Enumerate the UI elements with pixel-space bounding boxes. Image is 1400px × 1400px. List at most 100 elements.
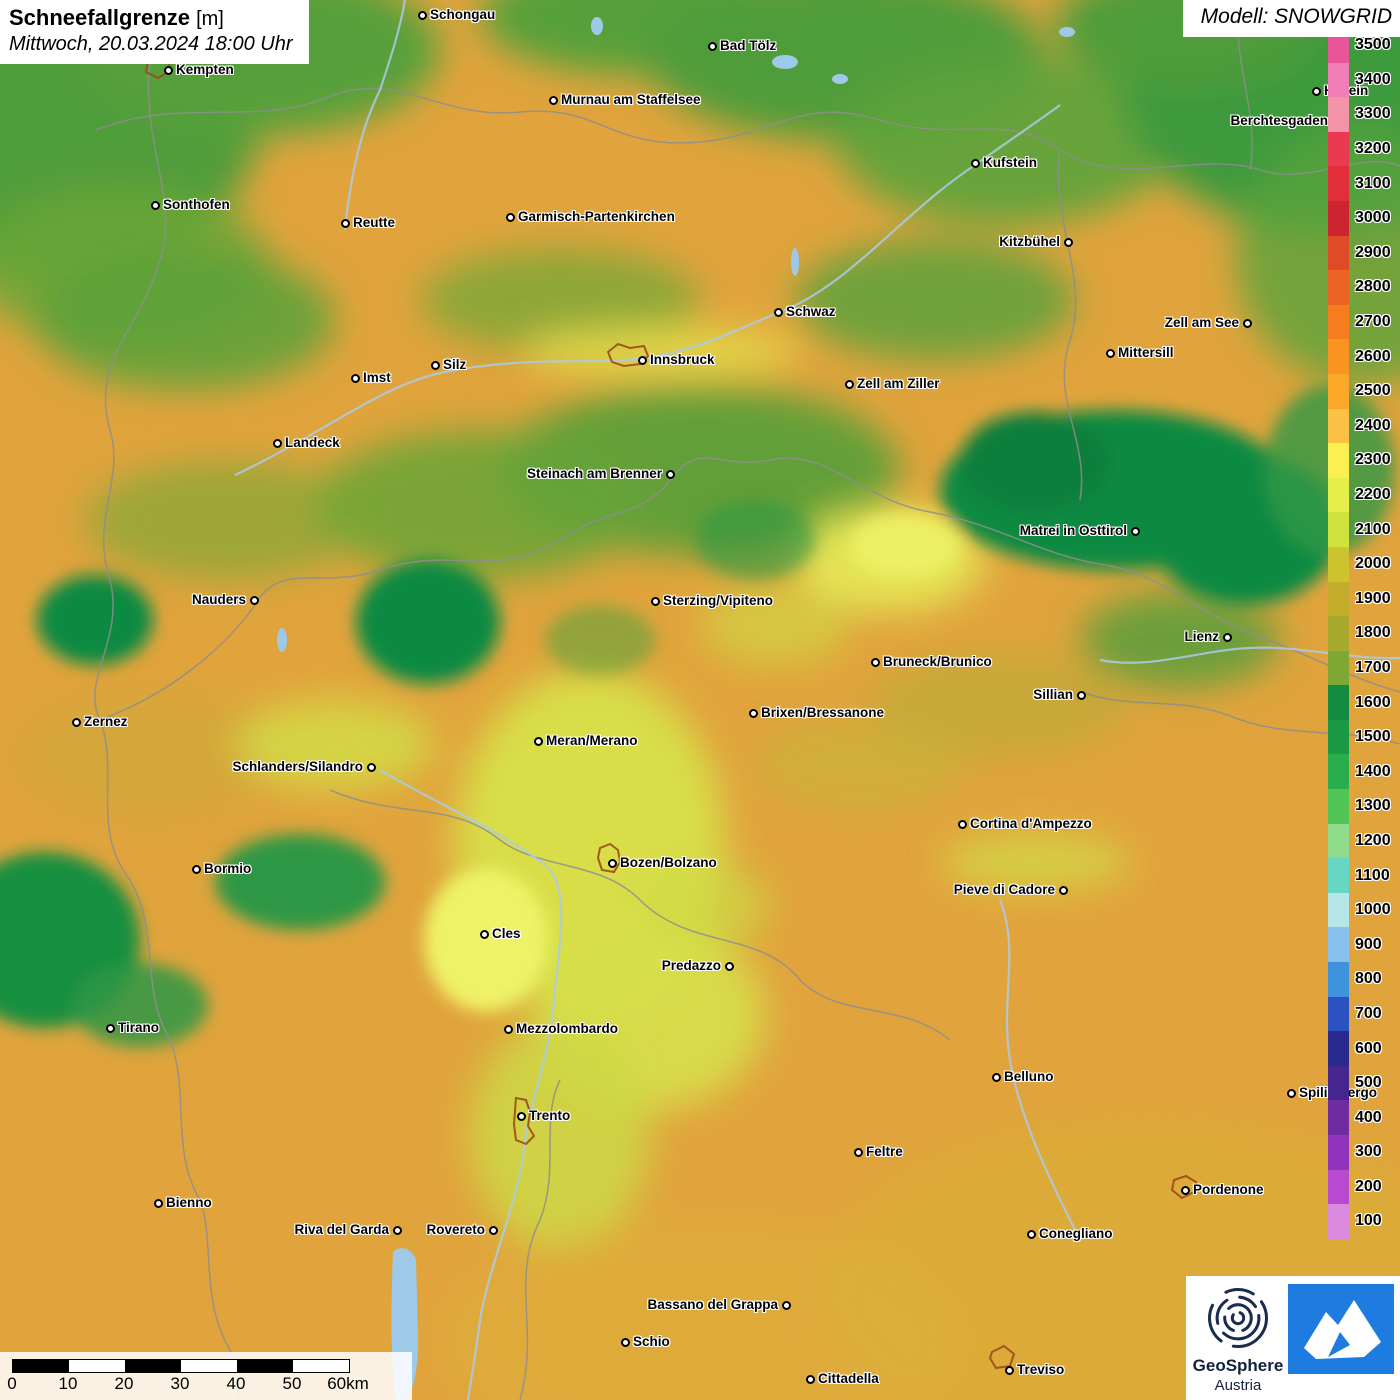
scale-label: 60km xyxy=(327,1374,369,1394)
legend-row: 2700 xyxy=(1328,305,1391,340)
city-marker xyxy=(431,361,440,370)
scale-segment xyxy=(13,1360,69,1372)
city-marker xyxy=(151,201,160,210)
city-label: Nauders xyxy=(192,592,246,607)
legend-row: 1000 xyxy=(1328,893,1391,928)
valid-datetime: Mittwoch, 20.03.2024 18:00 Uhr xyxy=(9,33,293,56)
city-label: Steinach am Brenner xyxy=(527,466,662,481)
legend-value: 2100 xyxy=(1355,521,1391,539)
scale-bar-track xyxy=(12,1359,350,1373)
scale-segment xyxy=(181,1360,237,1372)
city-label: Cles xyxy=(492,926,521,941)
legend-swatch xyxy=(1328,409,1349,444)
city-marker xyxy=(638,356,647,365)
city-label: Murnau am Staffelsee xyxy=(561,92,701,107)
scale-label: 40 xyxy=(227,1374,246,1394)
legend-value: 2500 xyxy=(1355,382,1391,400)
city-layer: SchongauBad TölzKemptenMurnau am Staffel… xyxy=(0,0,1400,1400)
legend-value: 1000 xyxy=(1355,901,1391,919)
legend-swatch xyxy=(1328,962,1349,997)
city-label: Sonthofen xyxy=(163,197,230,212)
legend-row: 100 xyxy=(1328,1204,1391,1239)
city-marker xyxy=(1064,238,1073,247)
legend-swatch xyxy=(1328,651,1349,686)
city-label: Meran/Merano xyxy=(546,733,638,748)
city-marker xyxy=(367,763,376,772)
geosphere-logo-icon xyxy=(1198,1280,1278,1356)
city-label: Zell am See xyxy=(1165,315,1239,330)
legend-row: 2400 xyxy=(1328,409,1391,444)
city-label: Mittersill xyxy=(1118,345,1174,360)
city-marker xyxy=(666,470,675,479)
city-marker xyxy=(192,865,201,874)
city-marker xyxy=(1106,349,1115,358)
map-title-unit: [m] xyxy=(196,8,224,30)
city-label: Cortina d'Ampezzo xyxy=(970,816,1092,831)
city-label: Predazzo xyxy=(662,958,721,973)
legend-row: 1100 xyxy=(1328,858,1391,893)
legend-value: 400 xyxy=(1355,1109,1382,1127)
legend-row: 400 xyxy=(1328,1100,1391,1135)
legend-value: 1500 xyxy=(1355,728,1391,746)
city-label: Sterzing/Vipiteno xyxy=(663,593,773,608)
city-marker xyxy=(393,1226,402,1235)
city-marker xyxy=(725,962,734,971)
legend-value: 900 xyxy=(1355,936,1382,954)
city-marker xyxy=(1059,886,1068,895)
city-label: Schlanders/Silandro xyxy=(232,759,363,774)
legend-value: 100 xyxy=(1355,1212,1382,1230)
legend-row: 3400 xyxy=(1328,63,1391,98)
legend-swatch xyxy=(1328,582,1349,617)
scale-segment xyxy=(69,1360,125,1372)
city-marker xyxy=(806,1375,815,1384)
city-marker xyxy=(1243,319,1252,328)
city-marker xyxy=(504,1025,513,1034)
city-label: Bassano del Grappa xyxy=(647,1297,778,1312)
city-marker xyxy=(871,658,880,667)
city-marker xyxy=(106,1024,115,1033)
city-marker xyxy=(958,820,967,829)
scale-label: 50 xyxy=(283,1374,302,1394)
city-marker xyxy=(418,11,427,20)
legend-value: 1100 xyxy=(1355,867,1390,885)
city-marker xyxy=(506,213,515,222)
city-label: Schio xyxy=(633,1334,670,1349)
partner-logo xyxy=(1288,1284,1394,1374)
legend-swatch xyxy=(1328,685,1349,720)
legend-row: 2000 xyxy=(1328,547,1391,582)
legend-value: 3000 xyxy=(1355,209,1391,227)
legend-value: 700 xyxy=(1355,1005,1382,1023)
legend-value: 1900 xyxy=(1355,590,1391,608)
legend-swatch xyxy=(1328,1100,1349,1135)
city-label: Mezzolombardo xyxy=(516,1021,618,1036)
legend-value: 2700 xyxy=(1355,313,1391,331)
city-label: Zernez xyxy=(84,714,128,729)
legend-row: 300 xyxy=(1328,1135,1391,1170)
city-marker xyxy=(1005,1366,1014,1375)
legend-value: 3500 xyxy=(1355,36,1391,54)
city-marker xyxy=(549,96,558,105)
city-label: Garmisch-Partenkirchen xyxy=(518,209,675,224)
legend-row: 1200 xyxy=(1328,824,1391,859)
city-marker xyxy=(651,597,660,606)
legend-row: 2600 xyxy=(1328,339,1391,374)
city-marker xyxy=(992,1073,1001,1082)
city-marker xyxy=(1131,527,1140,536)
legend-row: 3000 xyxy=(1328,201,1391,236)
legend-value: 600 xyxy=(1355,1040,1382,1058)
legend-value: 2200 xyxy=(1355,486,1391,504)
legend-value: 500 xyxy=(1355,1074,1382,1092)
legend-value: 2300 xyxy=(1355,451,1391,469)
city-label: Kitzbühel xyxy=(999,234,1060,249)
city-label: Feltre xyxy=(866,1144,903,1159)
city-label: Pieve di Cadore xyxy=(954,882,1055,897)
legend-value: 800 xyxy=(1355,970,1382,988)
city-label: Trento xyxy=(529,1108,570,1123)
city-marker xyxy=(708,42,717,51)
city-label: Brixen/Bressanone xyxy=(761,705,884,720)
city-label: Belluno xyxy=(1004,1069,1054,1084)
legend-value: 300 xyxy=(1355,1143,1382,1161)
logo-panel: GeoSphere Austria xyxy=(1186,1276,1400,1400)
city-label: Imst xyxy=(363,370,391,385)
legend-swatch xyxy=(1328,754,1349,789)
